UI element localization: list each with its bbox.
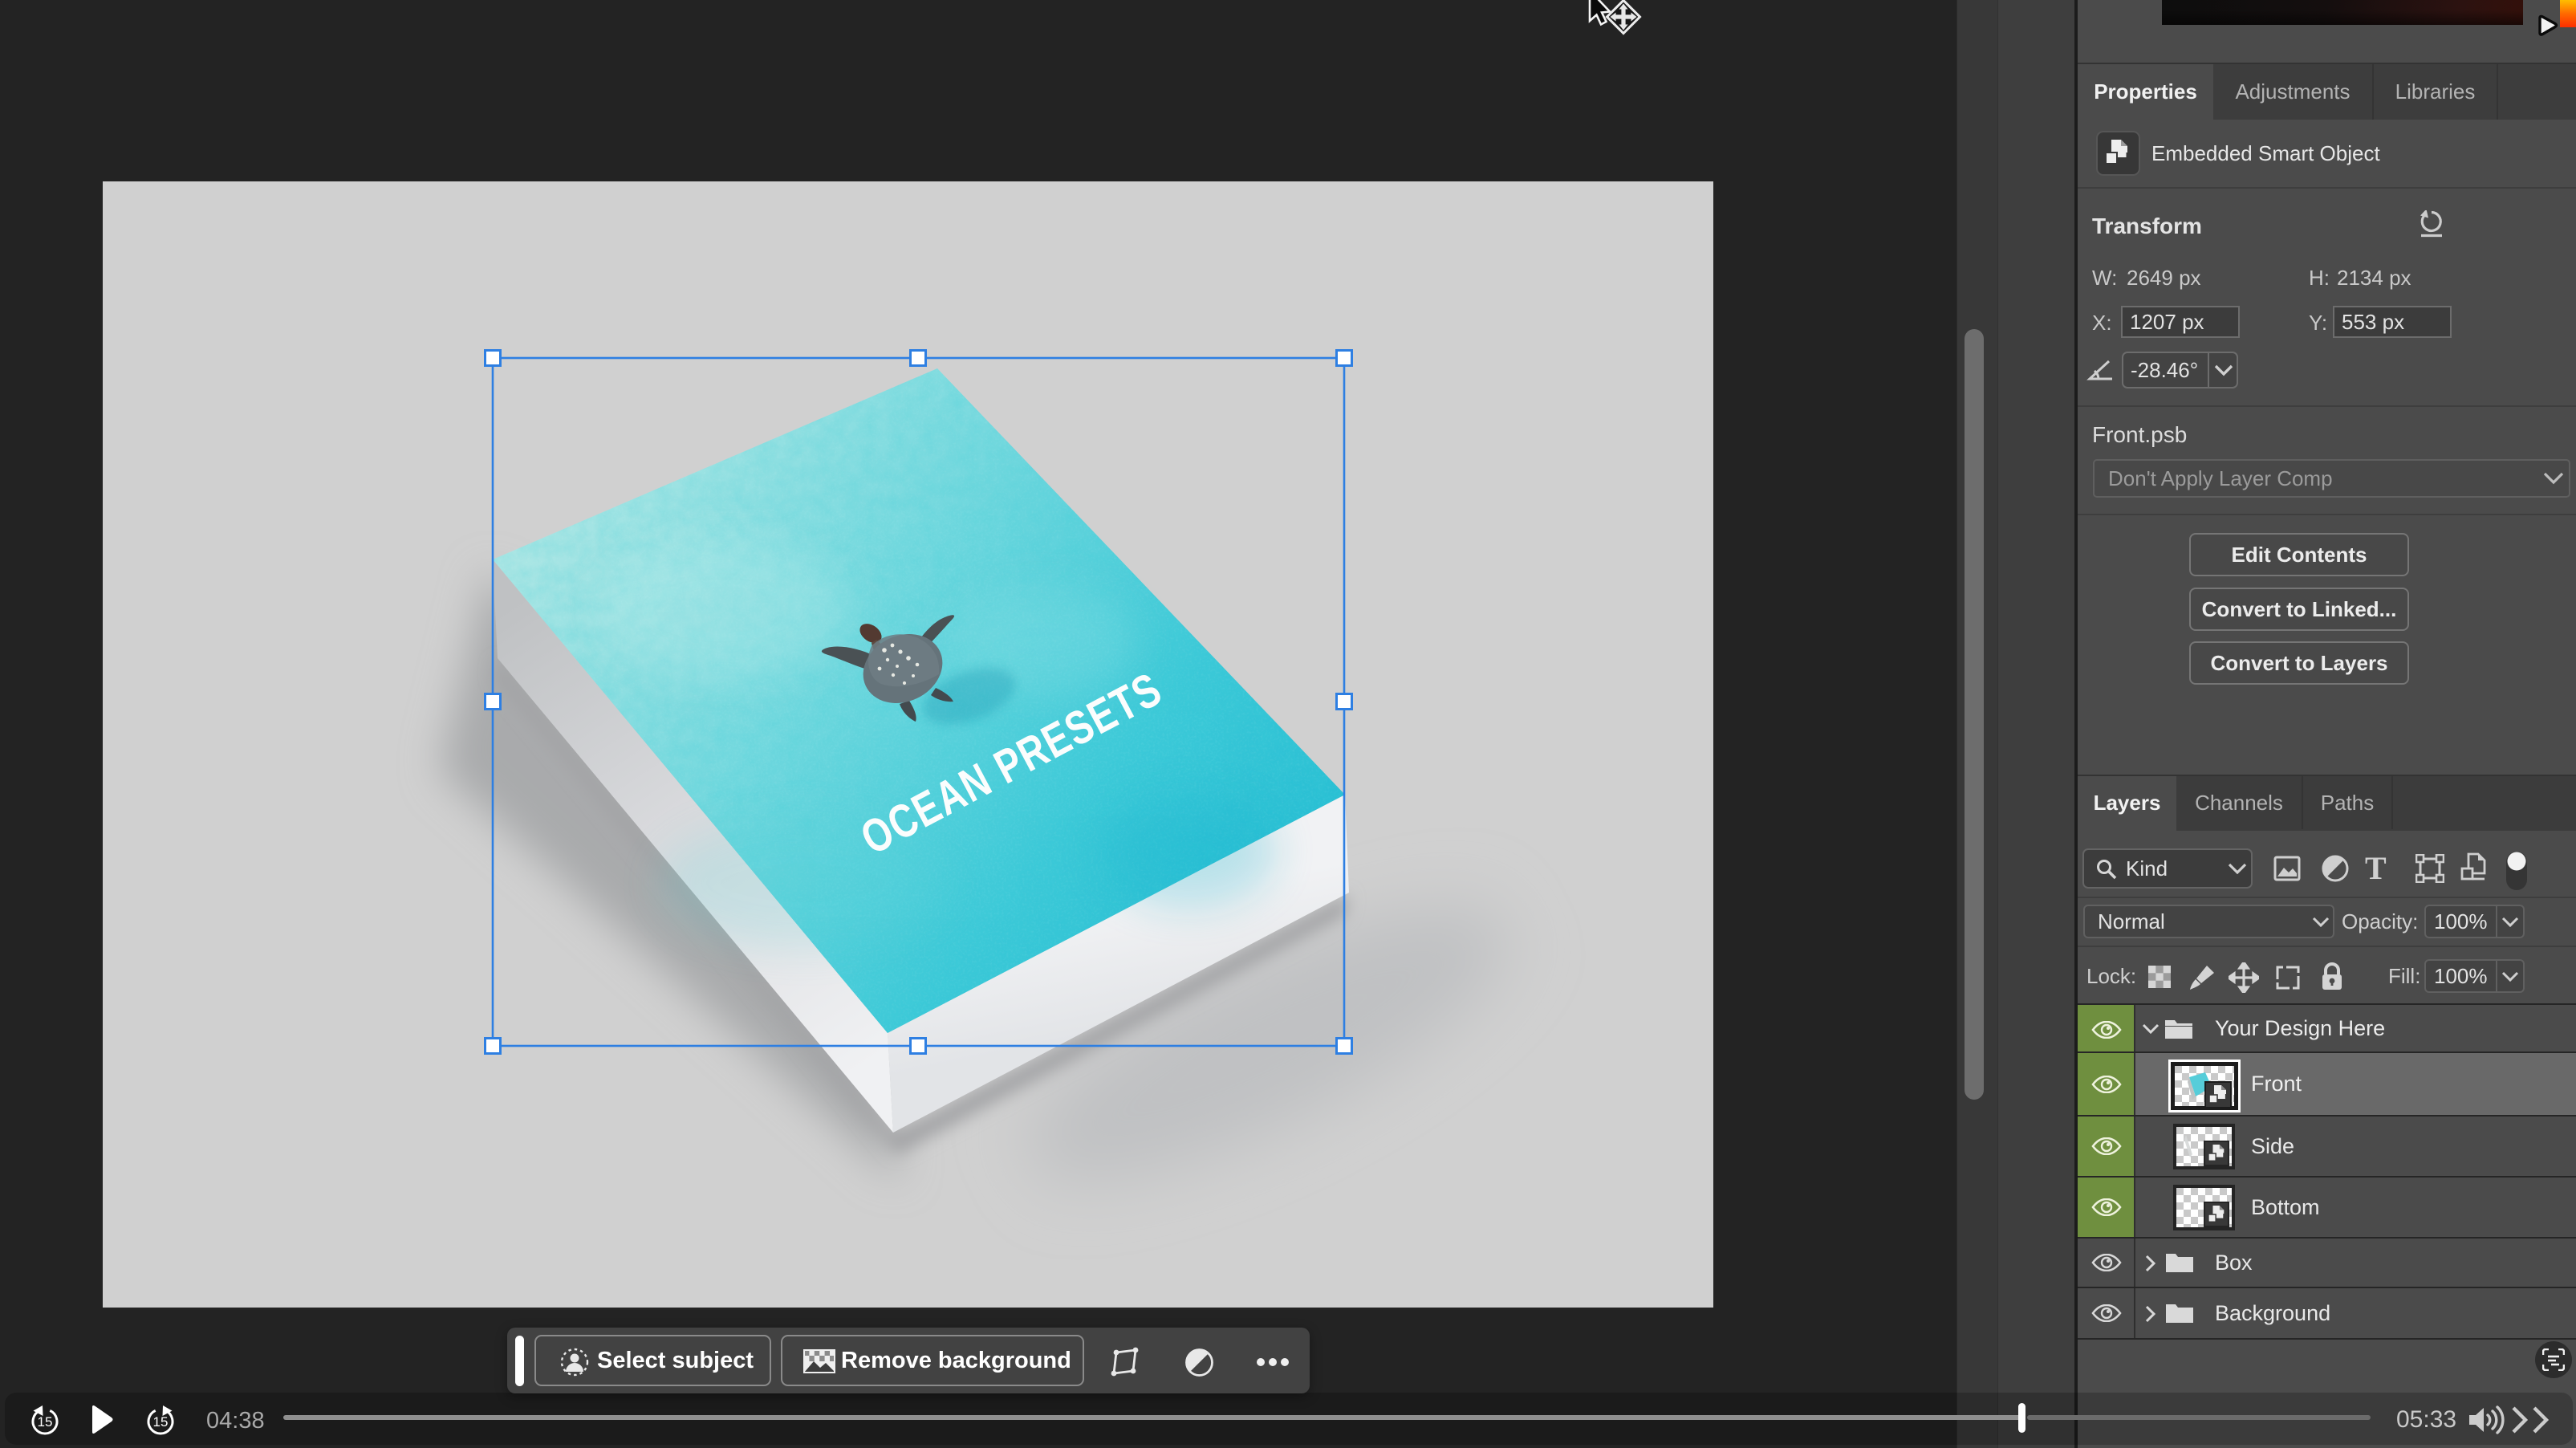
svg-text:15: 15 <box>38 1414 53 1430</box>
svg-text:15: 15 <box>153 1414 169 1430</box>
